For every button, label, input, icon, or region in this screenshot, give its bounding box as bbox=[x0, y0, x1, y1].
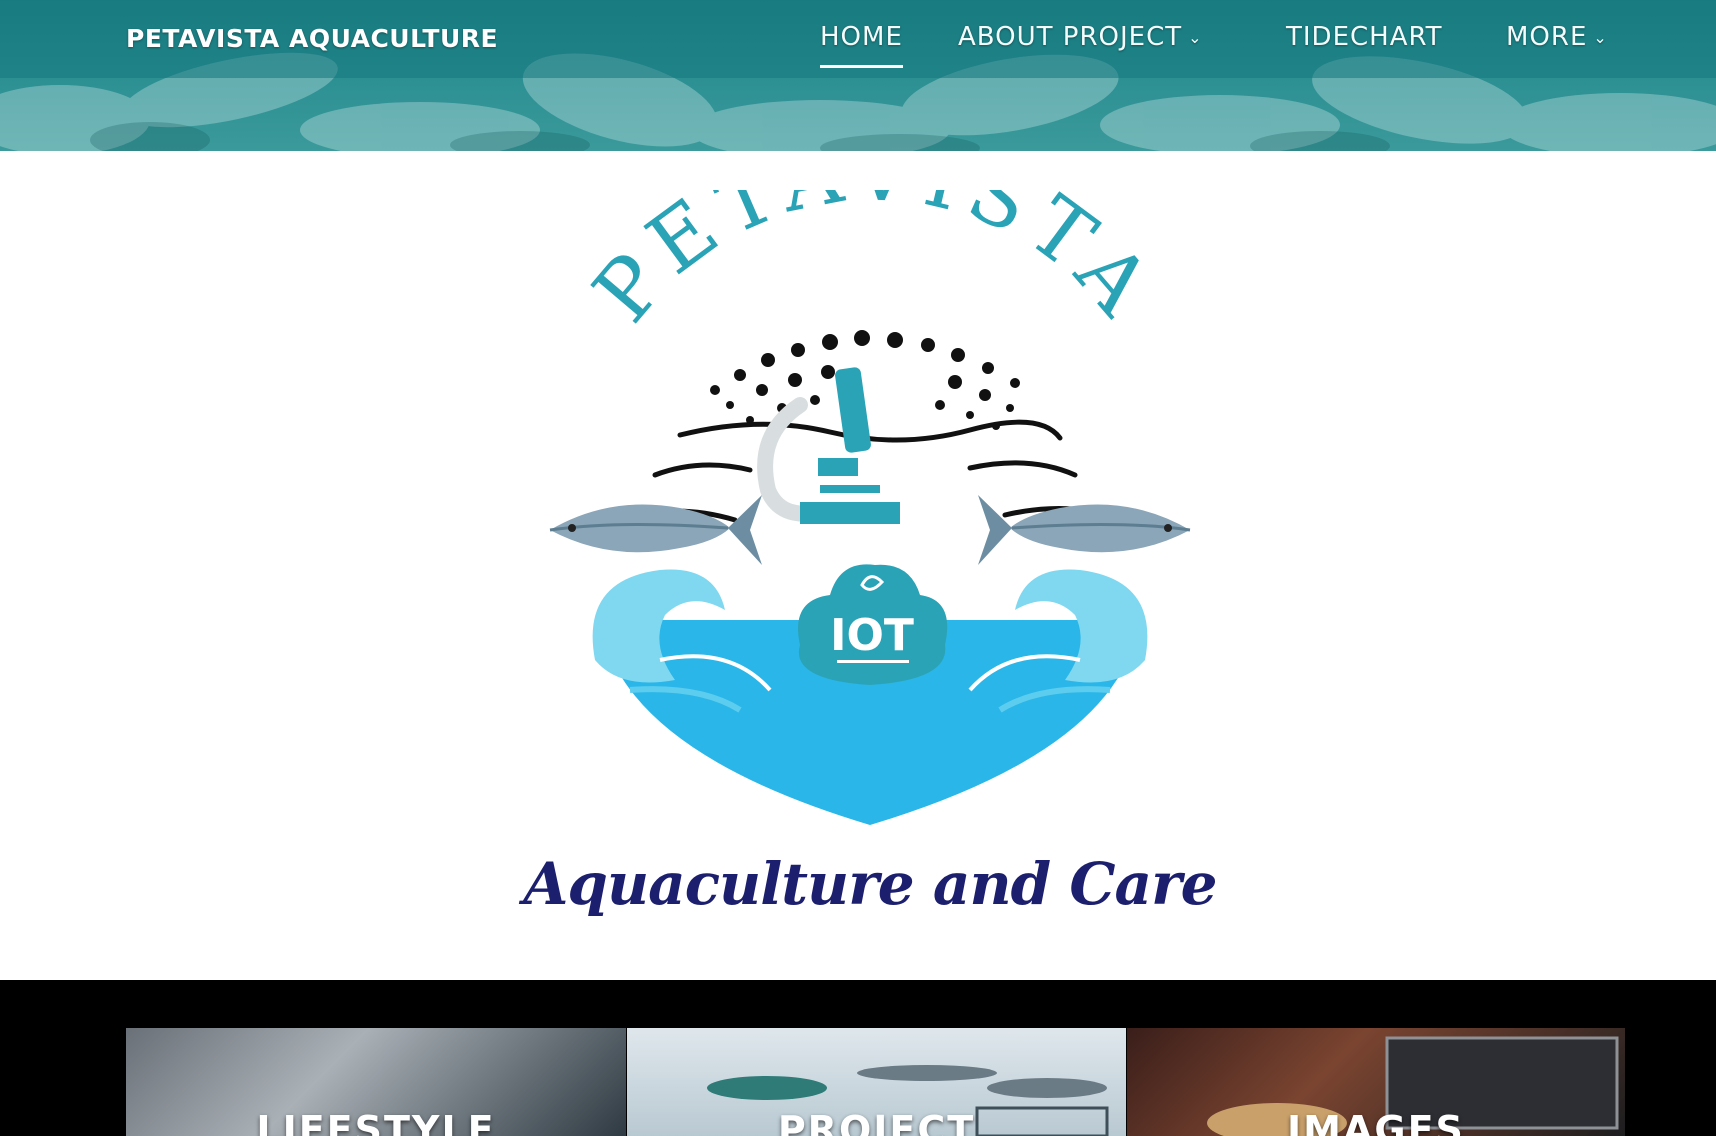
logo-graphic: PETAVISTA bbox=[549, 124, 1191, 825]
nav-about-project[interactable]: ABOUT PROJECT ⌄ bbox=[958, 20, 1203, 60]
iot-cloud-badge: IOT bbox=[798, 564, 948, 685]
nav-about-project-label: ABOUT PROJECT bbox=[958, 22, 1183, 52]
nav-more-label: MORE bbox=[1506, 22, 1588, 52]
microscope-icon bbox=[757, 367, 900, 524]
feature-card-project[interactable]: PROJECT bbox=[627, 1028, 1126, 1136]
feature-cards-section: LIFESTYLE PROJECT IMAGES bbox=[0, 980, 1716, 1136]
site-header: PETAVISTA AQUACULTURE HOME ABOUT PROJECT… bbox=[0, 0, 1716, 151]
card-title: PROJECT bbox=[777, 1108, 976, 1136]
main-nav: HOME ABOUT PROJECT ⌄ TIDECHART MORE ⌄ bbox=[0, 20, 1716, 68]
logo-tagline: Aquaculture and Care bbox=[523, 850, 1217, 918]
card-title: LIFESTYLE bbox=[256, 1108, 496, 1136]
fish-right-icon bbox=[978, 495, 1191, 565]
card-title: IMAGES bbox=[1287, 1108, 1465, 1136]
chevron-down-icon: ⌄ bbox=[1593, 27, 1608, 47]
nav-home-label: HOME bbox=[820, 22, 903, 52]
svg-text:IOT: IOT bbox=[830, 610, 914, 661]
petavista-logo: PETAVISTA bbox=[500, 124, 1240, 950]
nav-home[interactable]: HOME bbox=[820, 20, 903, 68]
nav-tidechart[interactable]: TIDECHART bbox=[1286, 20, 1443, 60]
nav-more[interactable]: MORE ⌄ bbox=[1506, 20, 1608, 60]
nav-tidechart-label: TIDECHART bbox=[1286, 22, 1443, 52]
logo-arc-text: PETAVISTA bbox=[576, 190, 1174, 340]
feature-card-images[interactable]: IMAGES bbox=[1127, 1028, 1625, 1136]
fish-left-icon bbox=[549, 495, 762, 565]
feature-card-lifestyle[interactable]: LIFESTYLE bbox=[126, 1028, 626, 1136]
chevron-down-icon: ⌄ bbox=[1188, 27, 1203, 47]
